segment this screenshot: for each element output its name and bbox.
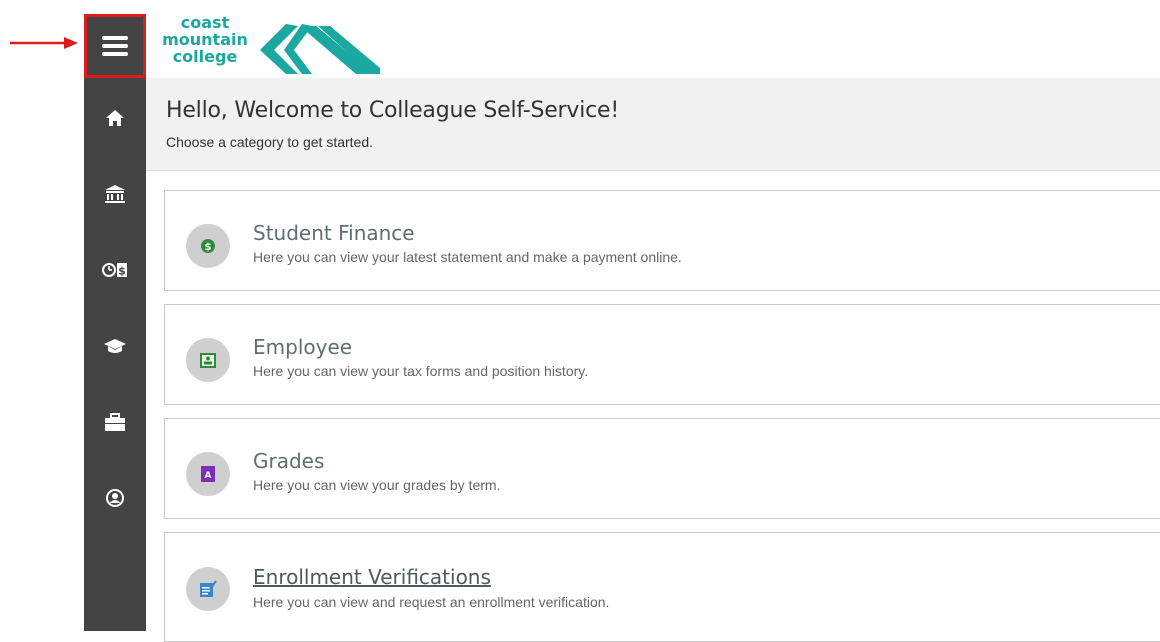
category-description: Here you can view your latest statement … [253,249,682,265]
clock-dollar-icon: $ [102,263,127,278]
logo-line-mountain: mountain [162,30,248,49]
college-logo[interactable]: coast mountain college [160,14,420,78]
welcome-banner: Hello, Welcome to Colleague Self-Service… [146,78,1160,171]
bank-icon [105,185,125,203]
category-icon-circle: A [186,452,230,496]
page-subtitle: Choose a category to get started. [166,134,374,150]
sidebar-item-profile[interactable] [84,476,146,520]
dollar-icon: $ [201,239,215,253]
svg-text:A: A [205,471,212,481]
annotation-arrow [10,37,78,49]
graduation-cap-icon [104,339,126,353]
sidebar-item-banking[interactable] [84,172,146,216]
category-description: Here you can view your tax forms and pos… [253,363,589,379]
hamburger-icon [102,36,128,56]
category-icon-circle [186,338,230,382]
briefcase-icon [105,413,125,431]
category-title: Grades [253,449,325,473]
verification-icon [200,580,217,597]
category-card-student-finance[interactable]: $ Student Finance Here you can view your… [164,190,1160,291]
category-icon-circle [186,567,230,611]
logo-mountain-icon [260,24,380,74]
sidebar-item-academics[interactable] [84,324,146,368]
page-title: Hello, Welcome to Colleague Self-Service… [166,98,619,123]
category-description: Here you can view your grades by term. [253,477,501,493]
logo-line-coast: coast [180,13,230,32]
category-title: Employee [253,335,353,359]
logo-line-college: college [172,47,238,66]
sidebar-item-finance-time[interactable]: $ [84,248,146,292]
sidebar-item-employment[interactable] [84,400,146,444]
category-card-grades[interactable]: A Grades Here you can view your grades b… [164,418,1160,519]
svg-text:$: $ [205,242,212,253]
category-description: Here you can view and request an enrollm… [253,594,610,610]
grade-a-icon: A [201,466,215,482]
sidebar-item-home[interactable] [84,96,146,140]
id-badge-icon [200,353,216,368]
user-circle-icon [106,489,124,507]
category-title-link[interactable]: Enrollment Verifications [253,565,491,589]
menu-button[interactable] [84,14,146,78]
category-card-employee[interactable]: Employee Here you can view your tax form… [164,304,1160,405]
svg-text:$: $ [118,265,126,278]
category-card-enrollment-verifications[interactable]: Enrollment Verifications Here you can vi… [164,532,1160,642]
category-title: Student Finance [253,221,415,245]
home-icon [106,110,124,126]
logo-wordmark: coast mountain college [160,14,250,65]
category-icon-circle: $ [186,224,230,268]
